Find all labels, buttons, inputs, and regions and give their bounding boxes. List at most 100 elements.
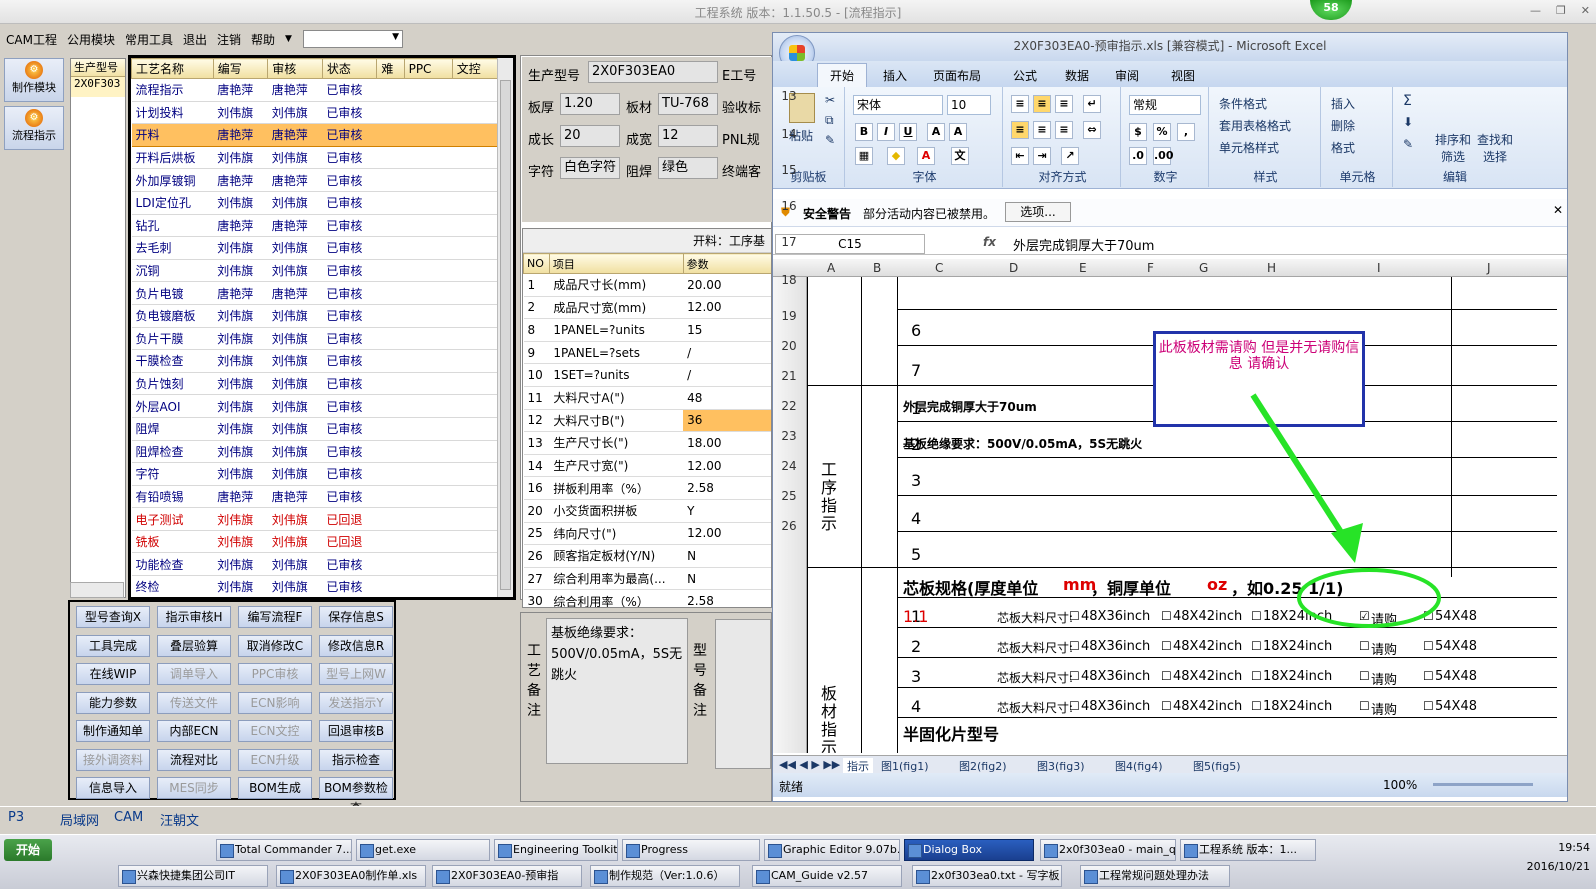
row-header[interactable]: 22 [773, 399, 805, 413]
column-header[interactable]: C [935, 261, 943, 275]
column-header[interactable]: F [1147, 261, 1154, 275]
copy-icon[interactable]: ⧉ [825, 113, 834, 128]
checkbox-icon[interactable]: ☐ [1423, 669, 1434, 683]
process-row[interactable]: 电子测试 刘伟旗 刘伟旗 已回退 [131, 507, 499, 531]
param-column-header[interactable]: 参数 [682, 253, 771, 274]
row-header[interactable]: 13 [773, 89, 805, 103]
process-column-header[interactable]: 难 [376, 58, 405, 79]
phonetic-icon[interactable]: 文 [951, 147, 969, 165]
row-header[interactable]: 16 [773, 199, 805, 213]
taskbar-item[interactable]: 兴森快捷集团公司IT [118, 865, 268, 887]
orientation-icon[interactable]: ↗ [1061, 147, 1079, 165]
decrease-decimal-icon[interactable]: .00 [1153, 147, 1174, 165]
param-row[interactable]: 30 综合利用率（%） 2.58 [523, 589, 771, 607]
checkbox-icon[interactable]: ☐ [1069, 639, 1080, 653]
formula-input[interactable]: 外层完成铜厚大于70um [1013, 235, 1154, 254]
merge-icon[interactable]: ⇔ [1083, 121, 1101, 139]
function-button[interactable]: BOM参数检查 [319, 777, 393, 815]
menu-item[interactable]: 帮助 [251, 31, 275, 48]
process-row[interactable]: 干膜检查 刘伟旗 刘伟旗 已审核 [131, 349, 499, 373]
row-header[interactable]: 15 [773, 163, 805, 177]
sheet-tab[interactable]: 图3(fig3) [1037, 758, 1085, 774]
fill-color-icon[interactable]: ◆ [887, 147, 905, 165]
function-button[interactable]: 型号查询X [76, 606, 150, 628]
menu-item[interactable]: 常用工具 [125, 31, 173, 48]
taskbar-item[interactable]: Dialog Box [904, 839, 1034, 861]
menu-combo[interactable]: ▼ [303, 30, 403, 48]
function-button[interactable]: 在线WIP [76, 663, 150, 685]
close-icon[interactable]: ✕ [1581, 4, 1590, 20]
row-header[interactable]: 25 [773, 489, 805, 503]
increase-decimal-icon[interactable]: .0 [1129, 147, 1147, 165]
taskbar-item[interactable]: 2X0F303EA0制作单.xls [276, 865, 426, 887]
ribbon-tab[interactable]: 审阅 [1115, 67, 1139, 84]
param-row[interactable]: 1 成品尺寸长(mm) 20.00 [523, 273, 771, 297]
sheet-tab[interactable]: 图5(fig5) [1193, 758, 1241, 774]
function-button[interactable]: 传送文件 [157, 691, 231, 714]
module-flow-button[interactable]: ⚙ 流程指示 [4, 106, 64, 150]
process-row[interactable]: 去毛刺 刘伟旗 刘伟旗 已审核 [131, 236, 499, 260]
process-row[interactable]: 开料后烘板 刘伟旗 刘伟旗 已审核 [131, 146, 499, 170]
mask-field[interactable]: 绿色 [658, 157, 718, 179]
align-top-icon[interactable]: ≡ [1011, 95, 1029, 113]
start-button[interactable]: 开始 [4, 839, 52, 861]
indent-increase-icon[interactable]: ⇥ [1033, 147, 1051, 165]
row-header[interactable]: 21 [773, 369, 805, 383]
process-column-header[interactable]: 状态 [321, 58, 378, 79]
function-button[interactable]: ECN影响 [238, 691, 312, 714]
process-column-header[interactable]: PPC [403, 58, 453, 79]
ribbon-tab[interactable]: 开始 [817, 63, 868, 87]
shrink-font-icon[interactable]: A [949, 123, 967, 141]
column-header[interactable]: J [1487, 261, 1491, 275]
checkbox-icon[interactable]: ☐ [1069, 609, 1080, 623]
checkbox-icon[interactable]: ☐ [1251, 609, 1262, 623]
process-row[interactable]: LDI定位孔 刘伟旗 刘伟旗 已审核 [131, 191, 499, 215]
function-button[interactable]: 保存信息S [319, 606, 393, 628]
row-header[interactable]: 19 [773, 309, 805, 323]
taskbar-item[interactable]: 2x0f303ea0.txt - 写字板 [912, 865, 1062, 887]
row-header[interactable]: 14 [773, 127, 805, 141]
row-header[interactable]: 18 [773, 273, 805, 287]
checkbox-icon[interactable]: ☐ [1161, 699, 1172, 713]
function-button[interactable]: 调单导入 [157, 663, 231, 685]
process-row[interactable]: 开料 唐艳萍 唐艳萍 已审核 [131, 123, 499, 147]
function-button[interactable]: 制作通知单 [76, 720, 150, 742]
system-clock[interactable]: 19:54 2016/10/21 [1500, 841, 1590, 881]
border-icon[interactable]: ▦ [855, 147, 873, 165]
align-right-icon[interactable]: ≡ [1055, 121, 1073, 139]
ribbon-tab[interactable]: 页面布局 [933, 67, 981, 84]
table-format-button[interactable]: 套用表格格式 [1219, 117, 1291, 134]
param-column-header[interactable]: 项目 [548, 253, 684, 274]
model-note-box[interactable] [715, 619, 771, 769]
comma-icon[interactable]: , [1177, 123, 1195, 141]
function-button[interactable]: 内部ECN [157, 720, 231, 742]
checkbox-icon[interactable]: ☐ [1251, 699, 1262, 713]
process-row[interactable]: 有铅喷锡 唐艳萍 唐艳萍 已审核 [131, 485, 499, 509]
insert-cells-button[interactable]: 插入 [1331, 95, 1355, 112]
process-row[interactable]: 外加厚镀铜 唐艳萍 唐艳萍 已审核 [131, 168, 499, 192]
sheet-tab[interactable]: 图4(fig4) [1115, 758, 1163, 774]
param-row[interactable]: 8 1PANEL=?units 15 [523, 318, 771, 342]
param-row[interactable]: 2 成品尺寸宽(mm) 12.00 [523, 296, 771, 320]
taskbar-item[interactable]: Graphic Editor 9.07b... [764, 839, 900, 861]
process-row[interactable]: 负电镀磨板 刘伟旗 刘伟旗 已审核 [131, 304, 499, 328]
checkbox-icon[interactable]: ☐ [1359, 639, 1370, 653]
function-button[interactable]: 回退审核B [319, 720, 393, 742]
process-row[interactable]: 阻焊 刘伟旗 刘伟旗 已审核 [131, 417, 499, 441]
checkbox-icon[interactable]: ☐ [1359, 669, 1370, 683]
number-format-box[interactable]: 常规 [1129, 95, 1201, 115]
sheet-tab[interactable]: 图1(fig1) [881, 758, 929, 774]
scroll-thumb[interactable] [500, 80, 511, 590]
function-button[interactable]: 编写流程F [238, 606, 312, 628]
function-button[interactable]: 指示审核H [157, 606, 231, 628]
column-header[interactable]: H [1267, 261, 1276, 275]
autosum-icon[interactable]: Σ [1403, 93, 1412, 109]
align-left-icon[interactable]: ≡ [1011, 121, 1029, 139]
checkbox-icon[interactable]: ☐ [1423, 699, 1434, 713]
format-cells-button[interactable]: 格式 [1331, 139, 1355, 156]
sort-filter-button[interactable]: 排序和筛选 [1435, 131, 1471, 165]
ribbon-tab[interactable]: 插入 [883, 67, 907, 84]
align-center-icon[interactable]: ≡ [1033, 121, 1051, 139]
process-column-header[interactable]: 工艺名称 [131, 58, 214, 79]
menu-overflow-icon[interactable]: ▼ [285, 34, 292, 44]
